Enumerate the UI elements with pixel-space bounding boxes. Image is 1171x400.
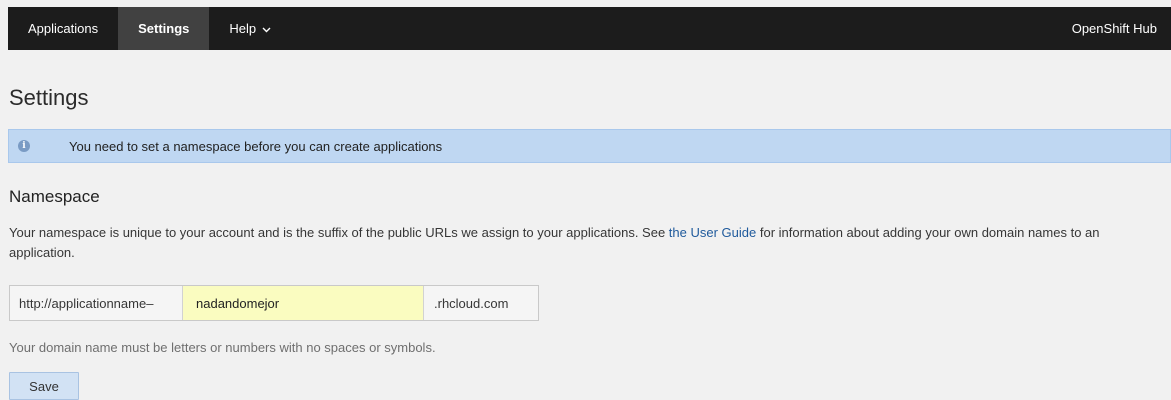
page-title: Settings bbox=[9, 85, 89, 110]
info-alert: i You need to set a namespace before you… bbox=[8, 129, 1171, 163]
nav-item-settings[interactable]: Settings bbox=[118, 7, 210, 50]
namespace-input-group: http://applicationname– .rhcloud.com bbox=[9, 285, 539, 321]
chevron-down-icon bbox=[262, 21, 271, 36]
top-navbar: Applications Settings Help OpenShift Hub bbox=[8, 7, 1171, 50]
namespace-heading: Namespace bbox=[9, 187, 100, 206]
url-prefix-addon: http://applicationname– bbox=[10, 286, 183, 320]
save-button[interactable]: Save bbox=[9, 372, 79, 400]
alert-message: You need to set a namespace before you c… bbox=[69, 138, 443, 154]
info-icon: i bbox=[18, 140, 30, 152]
url-suffix-addon: .rhcloud.com bbox=[423, 286, 538, 320]
user-guide-link[interactable]: the User Guide bbox=[669, 225, 756, 240]
nav-item-help-label: Help bbox=[229, 21, 257, 36]
alert-icon-wrap: i bbox=[9, 130, 39, 162]
namespace-help-text: Your domain name must be letters or numb… bbox=[9, 340, 436, 355]
namespace-input[interactable] bbox=[183, 286, 423, 320]
nav-item-help[interactable]: Help bbox=[209, 7, 291, 50]
nav-item-openshift-hub[interactable]: OpenShift Hub bbox=[1052, 7, 1171, 50]
nav-item-applications[interactable]: Applications bbox=[8, 7, 118, 50]
namespace-description: Your namespace is unique to your account… bbox=[9, 223, 1159, 263]
description-text-before: Your namespace is unique to your account… bbox=[9, 225, 669, 240]
